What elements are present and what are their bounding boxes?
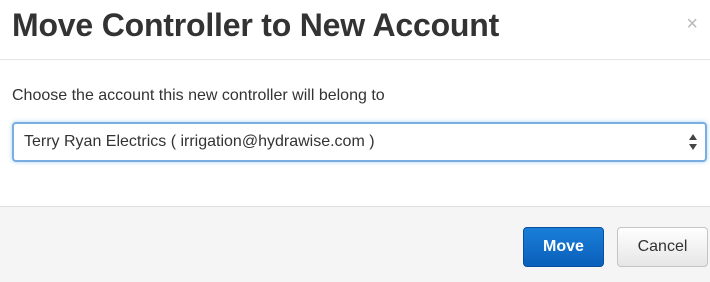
account-select-value: Terry Ryan Electrics ( irrigation@hydraw…: [24, 133, 375, 150]
account-prompt-label: Choose the account this new controller w…: [12, 87, 385, 104]
select-arrows-icon: [689, 134, 697, 150]
cancel-button[interactable]: Cancel: [617, 227, 708, 267]
dialog-footer: Move Cancel: [0, 206, 710, 282]
dialog-body: Choose the account this new controller w…: [0, 60, 710, 206]
move-controller-dialog: Move Controller to New Account × Choose …: [0, 0, 710, 282]
dialog-title: Move Controller to New Account: [12, 7, 500, 43]
move-button[interactable]: Move: [523, 227, 604, 267]
close-icon[interactable]: ×: [686, 14, 698, 34]
dialog-header: Move Controller to New Account ×: [0, 0, 710, 60]
account-select[interactable]: Terry Ryan Electrics ( irrigation@hydraw…: [12, 122, 707, 162]
